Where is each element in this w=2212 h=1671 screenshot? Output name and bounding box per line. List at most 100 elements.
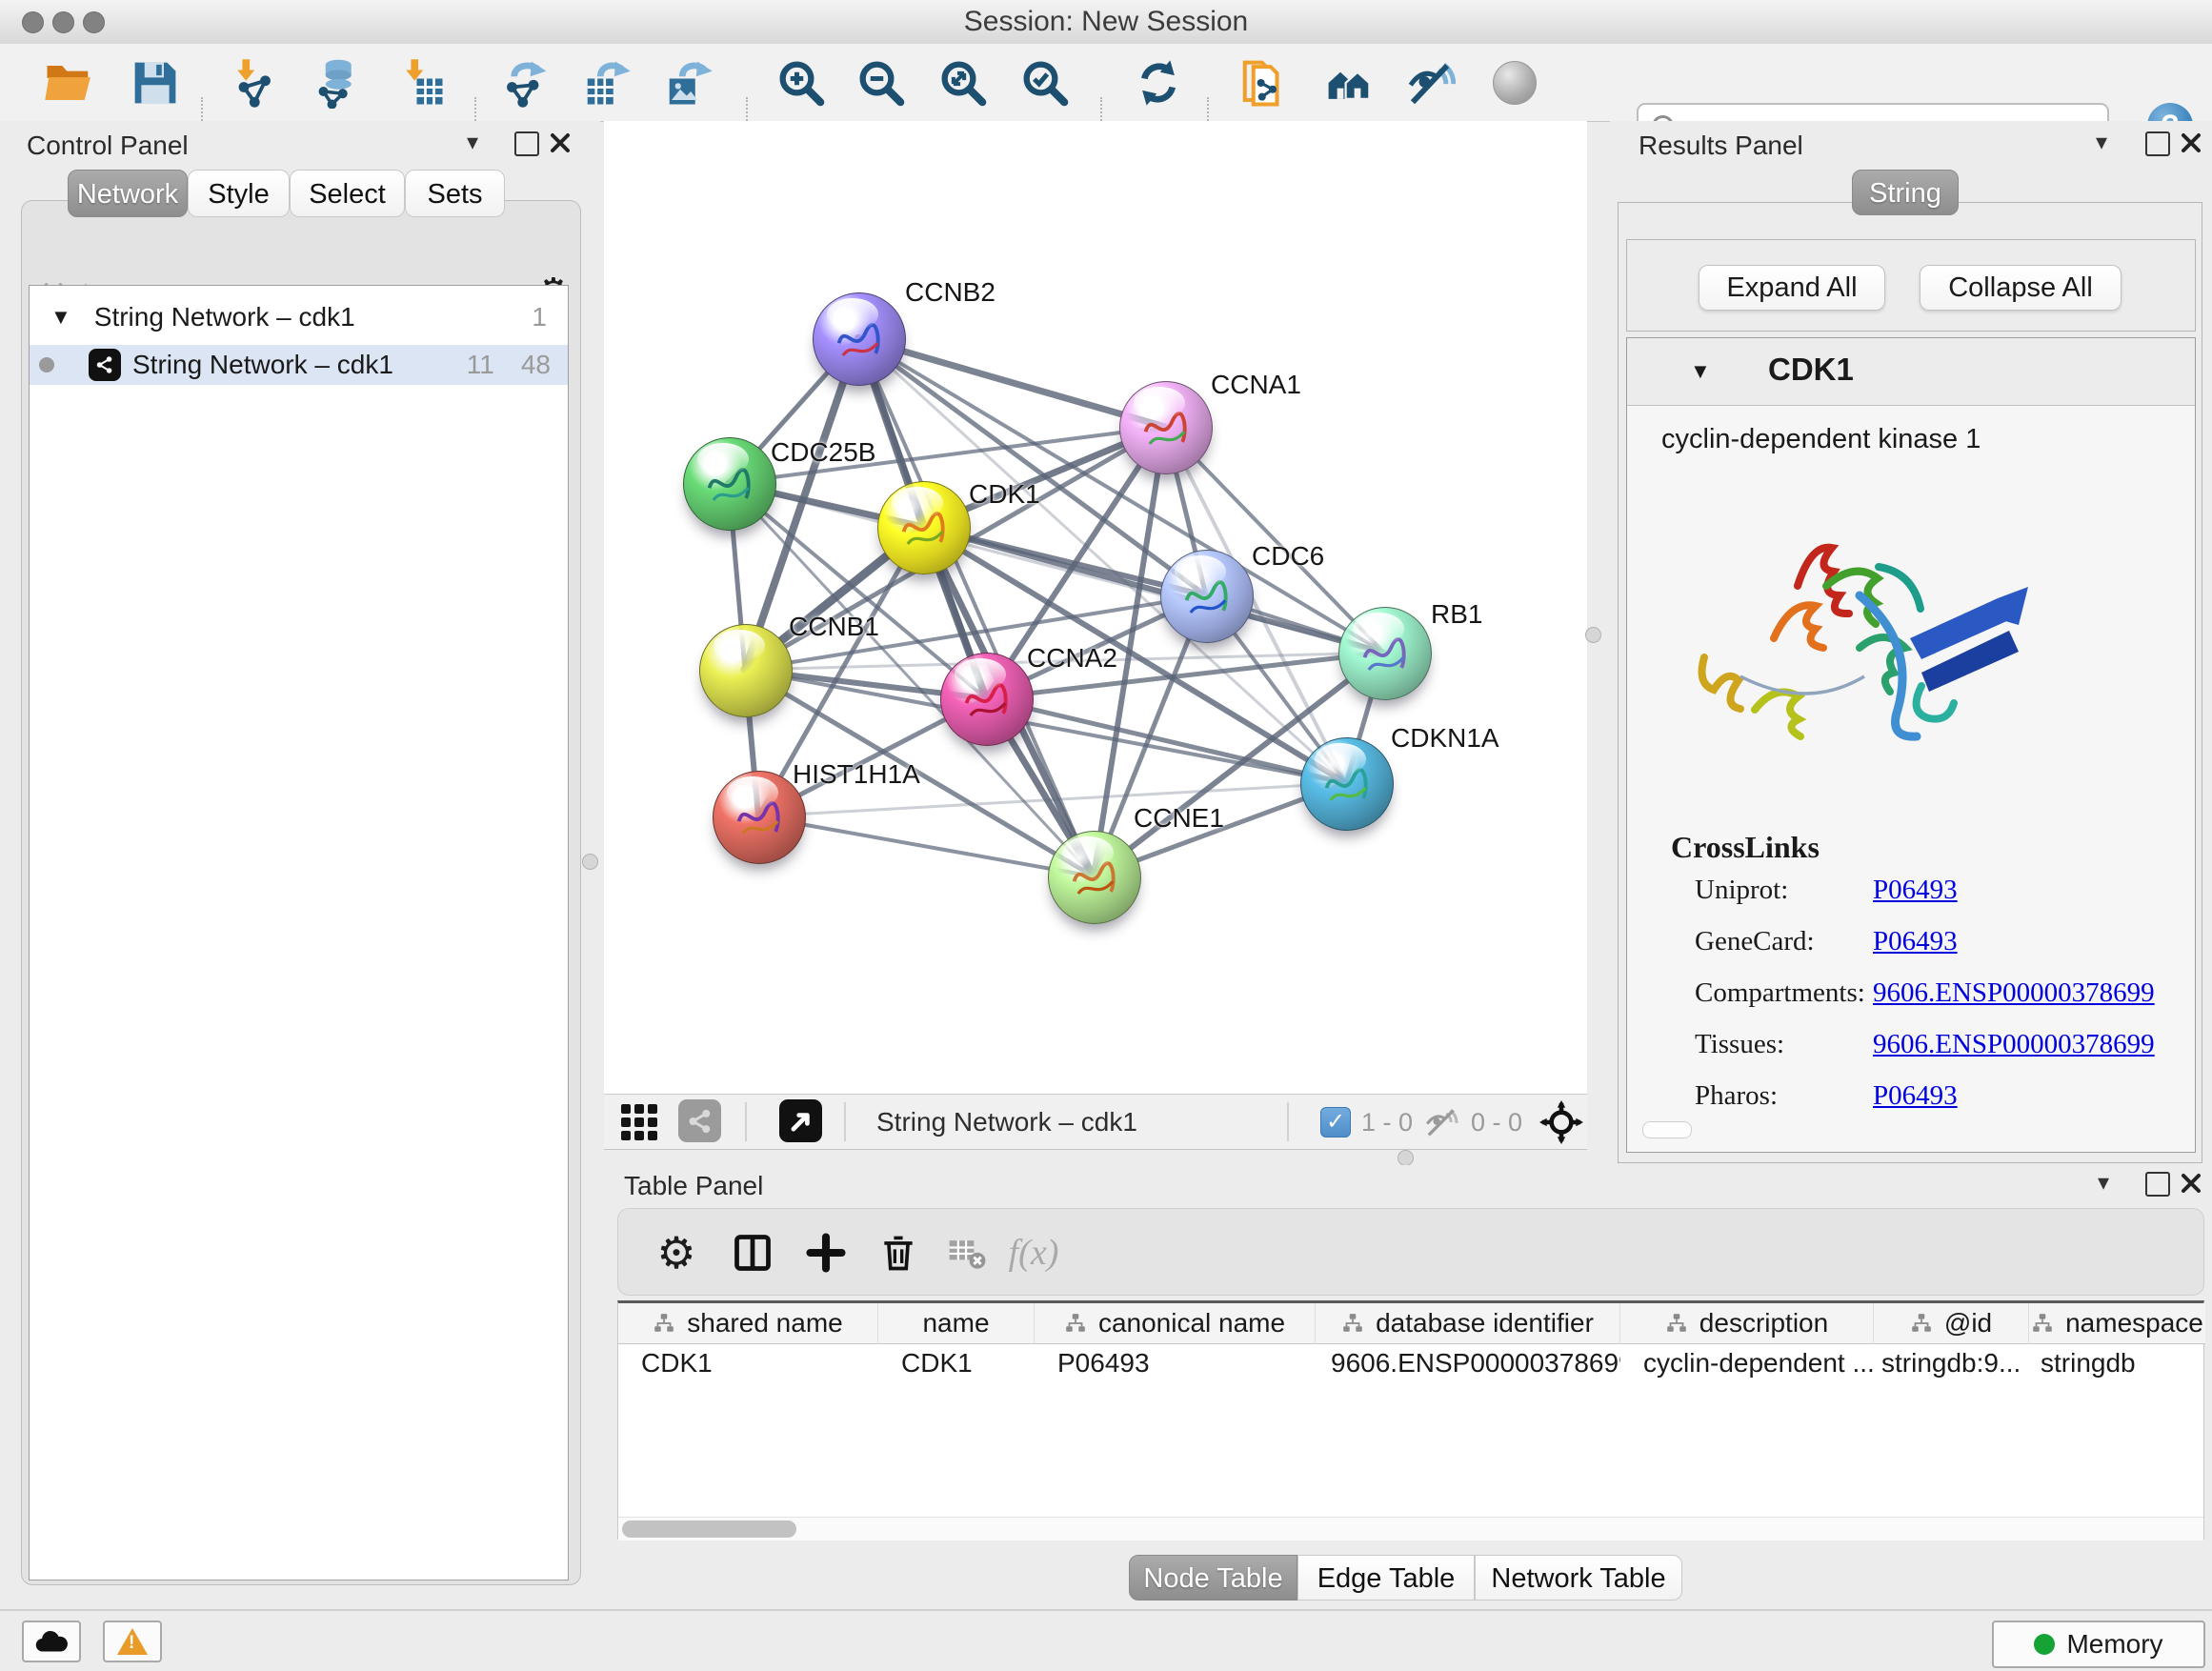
results-panel-title: Results Panel: [1639, 131, 1803, 161]
column-header-database-identifier[interactable]: database identifier: [1316, 1303, 1620, 1344]
network-collection-row[interactable]: ▼ String Network – cdk1 1: [30, 297, 568, 337]
network-row-selected[interactable]: String Network – cdk1 11 48: [30, 345, 568, 385]
network-tree: ▼ String Network – cdk1 1 String Network…: [29, 285, 569, 1580]
column-header-id[interactable]: @id: [1874, 1303, 2029, 1344]
tab-network-table[interactable]: Network Table: [1475, 1555, 1682, 1601]
crosslink-label: Tissues:: [1695, 1029, 1784, 1060]
network-node-ccna2[interactable]: [940, 653, 1034, 746]
scrollbar-thumb[interactable]: [622, 1520, 796, 1538]
collapse-all-button[interactable]: Collapse All: [1920, 265, 2122, 311]
tab-node-table[interactable]: Node Table: [1129, 1555, 1297, 1601]
crosslink-link[interactable]: P06493: [1873, 1080, 1958, 1112]
toolbar-separator: [1287, 1102, 1289, 1141]
cell-shared-name: CDK1: [618, 1344, 878, 1382]
node-details-header[interactable]: ▼ CDK1: [1627, 338, 2195, 406]
zoom-selected-icon[interactable]: [1017, 55, 1073, 111]
network-node-rb1[interactable]: [1338, 607, 1432, 700]
warning-icon: [117, 1628, 148, 1655]
zoom-out-icon[interactable]: [854, 55, 909, 111]
birds-eye-crosshair-icon[interactable]: [1539, 1100, 1583, 1144]
network-view-toolbar: String Network – cdk1 ✓ 1 - 0 0 - 0: [604, 1094, 1587, 1150]
tab-network[interactable]: Network: [68, 170, 188, 217]
cytoscape-window: Session: New Session: [0, 0, 2212, 1671]
warnings-button[interactable]: [103, 1621, 162, 1662]
column-header-description[interactable]: description: [1620, 1303, 1874, 1344]
table-panel: Table Panel ▾ ⚙ f(x) shared name name: [604, 1165, 2212, 1609]
tab-select[interactable]: Select: [290, 170, 405, 217]
network-node-ccne1[interactable]: [1048, 831, 1141, 924]
network-node-cdk1[interactable]: [877, 481, 971, 574]
first-neighbors-icon[interactable]: [1321, 55, 1377, 111]
detach-view-icon[interactable]: [779, 1099, 822, 1142]
column-header-name[interactable]: name: [878, 1303, 1035, 1344]
tab-string[interactable]: String: [1852, 170, 1959, 215]
collapse-caret-icon[interactable]: ▼: [1690, 359, 1711, 384]
save-session-icon[interactable]: [128, 55, 183, 111]
tab-edge-table[interactable]: Edge Table: [1297, 1555, 1475, 1601]
tab-style[interactable]: Style: [188, 170, 290, 217]
import-network-database-icon[interactable]: [309, 55, 364, 111]
panel-float-icon[interactable]: [2145, 131, 2170, 156]
network-node-ccnb1[interactable]: [699, 624, 793, 717]
new-network-from-selection-icon[interactable]: [1237, 55, 1292, 111]
crosslink-link[interactable]: 9606.ENSP00000378699: [1873, 977, 2155, 1009]
open-session-icon[interactable]: [41, 55, 96, 111]
cell-id: stringdb:9...: [1874, 1344, 2029, 1382]
panel-close-icon[interactable]: [2180, 1172, 2202, 1195]
hidden-eye-slash-icon[interactable]: [1423, 1106, 1461, 1138]
network-node-ccna1[interactable]: [1119, 381, 1213, 474]
export-table-icon[interactable]: [579, 55, 634, 111]
export-network-icon[interactable]: [497, 55, 553, 111]
network-node-cdc6[interactable]: [1160, 550, 1254, 643]
crosslink-link[interactable]: P06493: [1873, 875, 1958, 906]
column-header-shared-name[interactable]: shared name: [618, 1303, 878, 1344]
network-node-ccnb2[interactable]: [813, 292, 906, 386]
panel-menu-caret-icon[interactable]: ▾: [2098, 1169, 2109, 1197]
panel-float-icon[interactable]: [514, 131, 539, 156]
network-node-cdc25b[interactable]: [683, 437, 776, 531]
panel-float-icon[interactable]: [2145, 1172, 2170, 1197]
current-network-dot-icon: [39, 357, 54, 372]
network-node-label: CCNA2: [1027, 643, 1117, 674]
column-header-namespace[interactable]: namespace: [2029, 1303, 2205, 1344]
left-splitter-handle[interactable]: [582, 854, 598, 870]
add-column-icon[interactable]: [799, 1226, 853, 1279]
show-graphics-details-icon[interactable]: [1487, 55, 1542, 111]
network-share-icon[interactable]: [678, 1099, 721, 1142]
sphere-gloss: [714, 630, 765, 663]
export-image-icon[interactable]: [661, 55, 716, 111]
node-name: CDK1: [1768, 352, 1854, 388]
show-columns-icon[interactable]: [726, 1226, 779, 1279]
zoom-fit-icon[interactable]: [935, 55, 991, 111]
network-node-label: CDC6: [1252, 541, 1324, 572]
panel-close-icon[interactable]: [549, 131, 572, 154]
horizontal-scrollbar[interactable]: [618, 1517, 2203, 1540]
import-table-file-icon[interactable]: [393, 55, 449, 111]
horizontal-splitter-handle[interactable]: [1398, 1150, 1414, 1166]
network-canvas[interactable]: CCNB2CCNA1CDC25BCDK1CDC6RB1CCNB1CCNA2CDK…: [604, 121, 1587, 1094]
crosslink-link[interactable]: P06493: [1873, 926, 1958, 957]
cloud-status-button[interactable]: [22, 1621, 81, 1662]
crosslink-link[interactable]: 9606.ENSP00000378699: [1873, 1029, 2155, 1060]
panel-close-icon[interactable]: [2180, 131, 2202, 154]
network-view-title: String Network – cdk1: [876, 1107, 1137, 1137]
zoom-in-icon[interactable]: [774, 55, 829, 111]
tree-expand-caret-icon[interactable]: ▼: [50, 305, 71, 330]
network-node-cdkn1a[interactable]: [1300, 737, 1394, 831]
refresh-icon[interactable]: [1131, 55, 1186, 111]
import-network-file-icon[interactable]: [225, 55, 280, 111]
panel-menu-caret-icon[interactable]: ▾: [467, 129, 478, 156]
selected-checkbox-icon[interactable]: ✓: [1320, 1107, 1351, 1137]
expand-all-button[interactable]: Expand All: [1699, 265, 1885, 311]
hide-selected-icon[interactable]: [1402, 55, 1458, 111]
delete-column-icon[interactable]: [872, 1226, 925, 1279]
memory-button[interactable]: Memory: [1992, 1621, 2205, 1668]
show-grid-icon[interactable]: [621, 1104, 657, 1140]
network-icon: [89, 349, 121, 381]
table-settings-gear-icon[interactable]: ⚙: [650, 1226, 703, 1279]
column-header-canonical-name[interactable]: canonical name: [1035, 1303, 1316, 1344]
right-splitter-handle[interactable]: [1585, 627, 1601, 643]
results-scrollbar[interactable]: [1642, 1121, 1692, 1138]
tab-sets[interactable]: Sets: [405, 170, 505, 217]
panel-menu-caret-icon[interactable]: ▾: [2096, 129, 2107, 156]
